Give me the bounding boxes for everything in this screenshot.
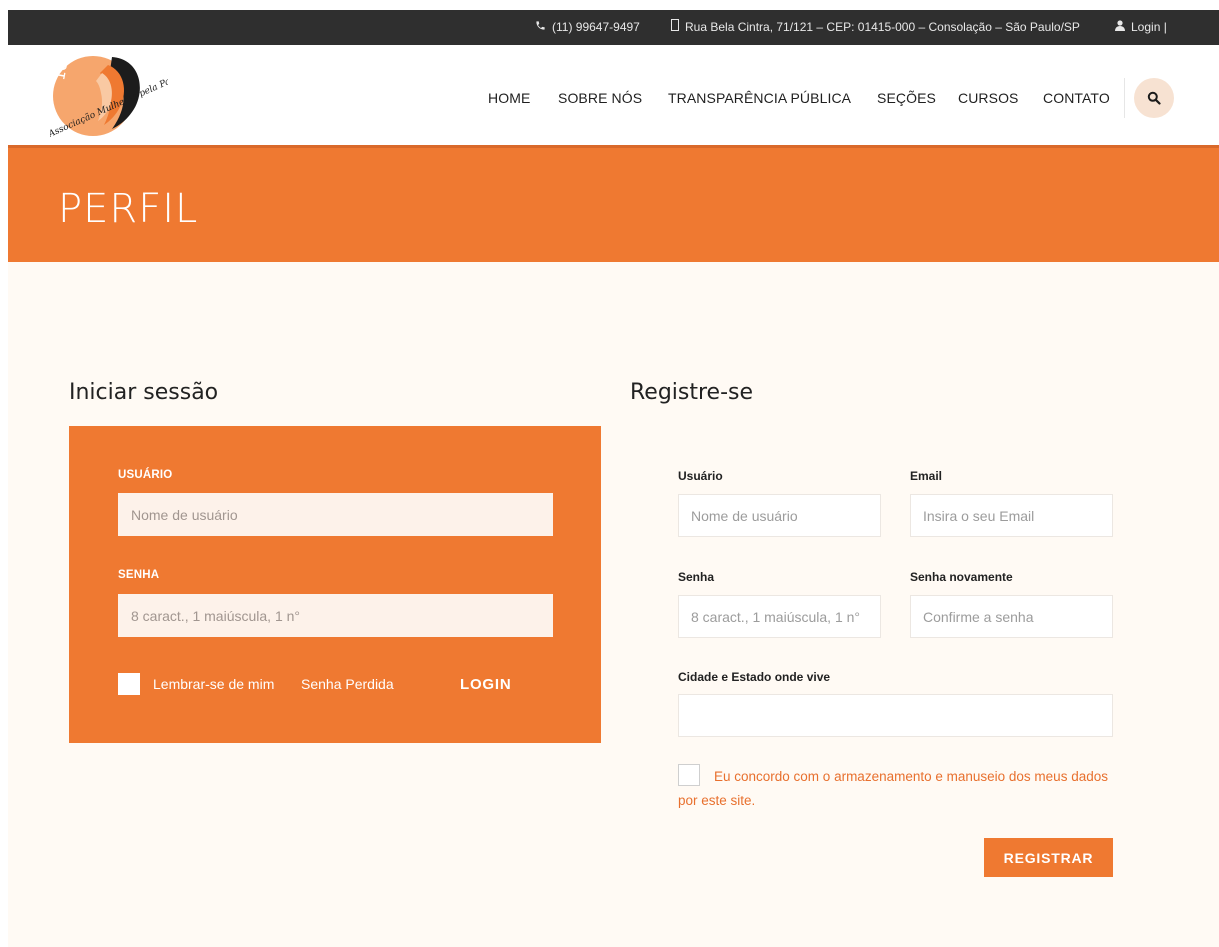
user-icon xyxy=(1115,10,1125,45)
nav-contato[interactable]: CONTATO xyxy=(1043,90,1110,106)
topbar-login-text: Login | xyxy=(1131,20,1167,34)
topbar-phone-text: (11) 99647-9497 xyxy=(552,20,640,34)
register-button[interactable]: REGISTRAR xyxy=(984,838,1113,877)
login-button[interactable]: LOGIN xyxy=(460,676,512,693)
nav-home[interactable]: HOME xyxy=(488,90,530,106)
phone-icon xyxy=(535,10,546,45)
page-banner: PERFIL xyxy=(8,148,1219,262)
logo-graphic: 1000 Associação Mulheres pela Paz xyxy=(46,41,177,140)
register-password-confirm-label: Senha novamente xyxy=(910,570,1013,584)
topbar-phone[interactable]: (11) 99647-9497 xyxy=(535,10,640,45)
lost-password-link[interactable]: Senha Perdida xyxy=(301,676,394,692)
topbar-address-text: Rua Bela Cintra, 71/121 – CEP: 01415-000… xyxy=(685,20,1080,34)
search-button[interactable] xyxy=(1134,78,1174,118)
login-password-label: SENHA xyxy=(118,569,160,581)
register-password-label: Senha xyxy=(678,570,715,584)
register-email-label: Email xyxy=(910,469,943,483)
site-logo[interactable]: 1000 Associação Mulheres pela Paz xyxy=(46,41,177,143)
nav-divider xyxy=(1124,78,1125,118)
register-username-input[interactable] xyxy=(678,494,881,537)
topbar-login-link[interactable]: Login | xyxy=(1115,10,1167,45)
register-email-input[interactable] xyxy=(910,494,1113,537)
login-password-input[interactable] xyxy=(118,594,553,637)
nav-secoes[interactable]: SEÇÕES xyxy=(877,90,936,106)
remember-me-checkbox[interactable] xyxy=(118,673,140,695)
topbar: (11) 99647-9497 Rua Bela Cintra, 71/121 … xyxy=(8,10,1219,45)
register-title: Registre-se xyxy=(630,380,754,405)
nav-transparencia-publica[interactable]: TRANSPARÊNCIA PÚBLICA xyxy=(668,90,851,106)
login-username-label: USUÁRIO xyxy=(118,469,173,481)
nav-cursos[interactable]: CURSOS xyxy=(958,90,1019,106)
topbar-address: Rua Bela Cintra, 71/121 – CEP: 01415-000… xyxy=(671,10,1080,45)
login-form: USUÁRIO SENHA Lembrar-se de mim Senha Pe… xyxy=(69,426,601,743)
page-title: PERFIL xyxy=(58,186,199,232)
page: (11) 99647-9497 Rua Bela Cintra, 71/121 … xyxy=(8,10,1219,947)
consent-text: Eu concordo com o armazenamento e manuse… xyxy=(678,769,1108,808)
register-username-label: Usuário xyxy=(678,469,723,483)
location-icon xyxy=(671,10,679,45)
remember-me-label[interactable]: Lembrar-se de mim xyxy=(153,676,274,692)
site-header: 1000 Associação Mulheres pela Paz HOME S… xyxy=(8,41,1219,148)
register-password-input[interactable] xyxy=(678,595,881,638)
nav-sobre-nos[interactable]: SOBRE NÓS xyxy=(558,90,642,106)
register-city-label: Cidade e Estado onde vive xyxy=(678,670,831,684)
search-icon xyxy=(1147,91,1161,105)
login-username-input[interactable] xyxy=(118,493,553,536)
register-city-input[interactable] xyxy=(678,694,1113,737)
login-title: Iniciar sessão xyxy=(69,380,219,405)
register-password-confirm-input[interactable] xyxy=(910,595,1113,638)
